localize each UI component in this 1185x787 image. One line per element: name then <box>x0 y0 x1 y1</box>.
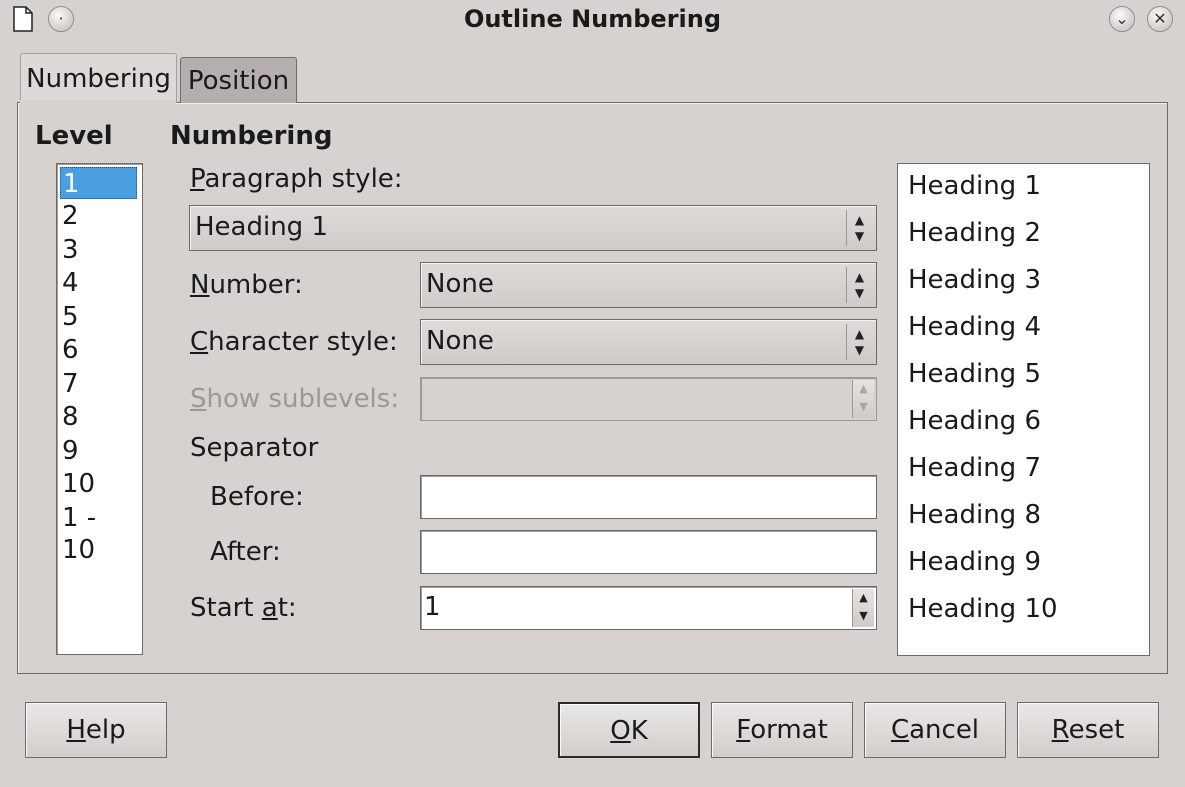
level-item[interactable]: 3 <box>60 234 137 266</box>
after-label: After: <box>210 537 281 567</box>
level-item[interactable]: 6 <box>60 334 137 366</box>
close-button[interactable]: ✕ <box>1147 6 1173 32</box>
tab-position[interactable]: Position <box>180 57 297 103</box>
level-item[interactable]: 4 <box>60 267 137 299</box>
level-listbox[interactable]: 1 2 3 4 5 6 7 8 9 10 1 - 10 <box>56 163 143 655</box>
paragraph-style-label: Paragraph style: <box>190 164 403 194</box>
paragraph-style-dropdown[interactable]: Heading 1 ▲ ▼ <box>189 205 877 251</box>
level-item[interactable]: 7 <box>60 368 137 400</box>
list-item: Heading 7 <box>908 453 1041 483</box>
start-at-spinner[interactable]: 1 ▲ ▼ <box>420 586 877 630</box>
format-button[interactable]: Format <box>711 702 853 758</box>
list-item: Heading 9 <box>908 547 1041 577</box>
before-label: Before: <box>210 482 304 512</box>
start-at-value: 1 <box>424 592 441 622</box>
level-heading: Level <box>35 121 113 151</box>
heading-preview-list: Heading 1 Heading 2 Heading 3 Heading 4 … <box>897 163 1150 656</box>
character-style-label: Character style: <box>190 327 398 357</box>
updown-arrow-icon: ▲ ▼ <box>846 324 872 360</box>
list-item: Heading 8 <box>908 500 1041 530</box>
tab-numbering-label: Numbering <box>26 64 171 94</box>
level-item[interactable]: 10 <box>60 468 137 500</box>
show-sublevels-label: Show sublevels: <box>190 384 400 414</box>
tab-numbering[interactable]: Numbering <box>20 53 177 103</box>
character-style-value: None <box>426 326 494 356</box>
level-item[interactable]: 8 <box>60 401 137 433</box>
close-icon: ✕ <box>1153 9 1167 28</box>
paragraph-style-value: Heading 1 <box>195 212 328 242</box>
spin-arrows-icon[interactable]: ▲ ▼ <box>852 589 874 627</box>
start-at-label: Start at: <box>190 593 297 623</box>
tab-position-label: Position <box>187 66 290 96</box>
numbering-heading: Numbering <box>170 121 333 151</box>
number-value: None <box>426 269 494 299</box>
tab-join <box>20 100 176 105</box>
list-item: Heading 2 <box>908 218 1041 248</box>
number-dropdown[interactable]: None ▲ ▼ <box>420 262 877 308</box>
character-style-dropdown[interactable]: None ▲ ▼ <box>420 319 877 365</box>
list-item: Heading 5 <box>908 359 1041 389</box>
before-input[interactable] <box>420 475 877 519</box>
list-item: Heading 6 <box>908 406 1041 436</box>
level-item[interactable]: 9 <box>60 435 137 467</box>
list-item: Heading 3 <box>908 265 1041 295</box>
window-title: Outline Numbering <box>463 5 722 33</box>
separator-label: Separator <box>190 433 319 463</box>
level-item[interactable]: 1 - 10 <box>60 502 137 565</box>
ok-button[interactable]: OK <box>558 702 700 758</box>
level-item[interactable]: 1 <box>60 167 137 199</box>
list-item: Heading 10 <box>908 594 1058 624</box>
list-item: Heading 1 <box>908 171 1041 201</box>
number-label: Number: <box>190 270 303 300</box>
minimize-button[interactable]: ⌄ <box>1109 6 1135 32</box>
level-item[interactable]: 5 <box>60 301 137 333</box>
reset-button[interactable]: Reset <box>1017 702 1159 758</box>
show-sublevels-spinner[interactable]: ▲ ▼ <box>420 377 877 421</box>
level-item[interactable]: 2 <box>60 200 137 232</box>
updown-arrow-icon: ▲ ▼ <box>846 267 872 303</box>
cancel-button[interactable]: Cancel <box>864 702 1006 758</box>
chevron-down-icon: ⌄ <box>1115 9 1129 28</box>
updown-arrow-icon: ▲ ▼ <box>846 210 872 246</box>
list-item: Heading 4 <box>908 312 1041 342</box>
spin-arrows-icon[interactable]: ▲ ▼ <box>852 380 874 418</box>
help-button[interactable]: Help <box>25 702 167 758</box>
after-input[interactable] <box>420 530 877 574</box>
